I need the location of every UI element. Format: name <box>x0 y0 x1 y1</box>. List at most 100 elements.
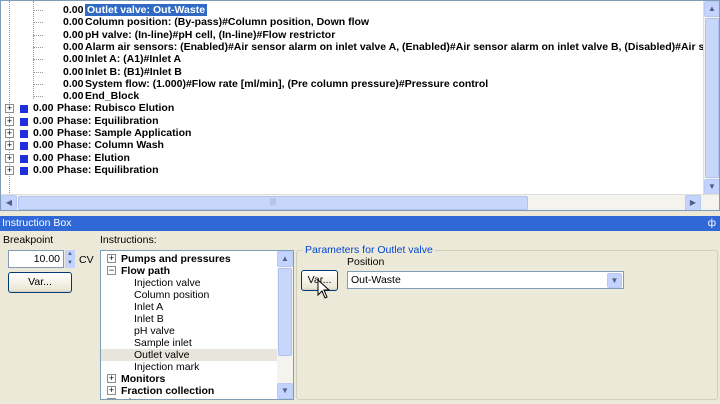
phase-square-icon <box>20 105 28 114</box>
tree-step-row[interactable]: 0.00 Column position: (By-pass)#Column po… <box>33 16 369 29</box>
tree-step-row[interactable]: 0.00 Alarm air sensors: (Enabled)#Air sen… <box>33 40 711 54</box>
tree-connector <box>33 96 43 98</box>
phase-square-icon <box>20 130 28 138</box>
phase-text: Phase: Column Wash <box>57 139 164 152</box>
instruction-label: Monitors <box>121 373 166 385</box>
expand-icon[interactable]: + <box>107 398 116 399</box>
tree-connector <box>33 22 43 24</box>
breakpoint-input[interactable]: 10.00 <box>8 250 64 268</box>
phase-time: 0.00 <box>33 139 54 152</box>
tree-step-row[interactable]: 0.00 System flow: (1.000)#Flow rate [ml/m… <box>33 77 489 91</box>
instruction-label: Al... <box>121 397 140 399</box>
tree-connector <box>33 34 43 36</box>
chevron-down-icon[interactable]: ▼ <box>607 273 622 288</box>
expand-icon[interactable]: + <box>5 104 14 114</box>
phase-text: Phase: Sample Application <box>57 127 192 139</box>
position-select[interactable]: Out-Waste ▼ <box>347 271 624 289</box>
instruction-label: Fraction collection <box>121 385 215 397</box>
phase-square-icon <box>20 166 28 175</box>
instruction-label: Injection valve <box>134 277 201 289</box>
tree-connector <box>33 46 43 48</box>
scroll-down-icon[interactable]: ▼ <box>704 179 719 195</box>
tree-step-row[interactable]: 0.00 End_Block <box>33 90 139 103</box>
breakpoint-unit: CV <box>79 254 94 266</box>
expand-icon[interactable]: + <box>107 386 116 395</box>
instruction-label: Column position <box>134 289 210 301</box>
step-time: 0.00 <box>63 65 84 78</box>
position-select-value: Out-Waste <box>351 274 401 286</box>
phase-text: Phase: Equilibration <box>57 114 159 127</box>
step-text: Inlet A: (A1)#Inlet A <box>85 53 182 66</box>
tree-horizontal-scrollbar[interactable]: ◀ ||| ▶ <box>1 194 719 210</box>
instructions-list[interactable]: + Pumps and pressures − Flow path Injection … <box>100 250 294 400</box>
breakpoint-var-button[interactable]: Var... <box>8 272 72 293</box>
instruction-label: Inlet B <box>134 313 164 325</box>
tree-step-row[interactable]: 0.00 pH valve: (In-line)#pH cell, (In-lin… <box>33 28 336 42</box>
expand-icon[interactable]: + <box>5 116 14 126</box>
phase-text: Phase: Rubisco Elution <box>57 102 175 115</box>
step-text: System flow: (1.000)#Flow rate [ml/min],… <box>85 77 489 90</box>
phase-time: 0.00 <box>33 151 54 164</box>
cursor-icon <box>317 279 331 299</box>
expand-icon[interactable]: + <box>107 254 116 263</box>
vertical-scroll-thumb[interactable] <box>278 268 292 356</box>
step-text: Alarm air sensors: (Enabled)#Air sensor … <box>85 40 711 53</box>
tree-step-row[interactable]: 0.00 Inlet A: (A1)#Inlet A <box>33 53 182 66</box>
parameters-group: Parameters for Outlet valve Position Var… <box>296 244 718 400</box>
tree-connector <box>33 10 43 11</box>
instruction-box-title-bar: Instruction Box ф <box>0 216 720 231</box>
instruction-box-title: Instruction Box <box>2 217 72 229</box>
collapse-icon[interactable]: − <box>107 266 116 275</box>
step-time: 0.00 <box>63 77 84 90</box>
vertical-scroll-thumb[interactable] <box>705 18 719 178</box>
spin-up-icon[interactable]: ▲ <box>65 250 75 259</box>
horizontal-scroll-thumb[interactable]: ||| <box>18 196 528 210</box>
phase-time: 0.00 <box>33 102 54 115</box>
expand-icon[interactable]: + <box>107 374 116 383</box>
scroll-down-icon[interactable]: ▼ <box>277 383 293 399</box>
instruction-label: Inlet A <box>134 301 164 313</box>
expand-icon[interactable]: + <box>5 153 14 163</box>
parameters-legend: Parameters for Outlet valve <box>303 244 435 256</box>
step-time: 0.00 <box>63 16 84 29</box>
expand-icon[interactable]: + <box>5 141 14 151</box>
phase-square-icon <box>20 117 28 126</box>
tree-vertical-scrollbar[interactable]: ▲ ▼ <box>703 1 719 196</box>
step-time: 0.00 <box>63 28 84 41</box>
pin-icon[interactable]: ф <box>708 216 716 231</box>
instruction-label: Pumps and pressures <box>121 253 231 265</box>
phase-time: 0.00 <box>33 127 54 139</box>
phase-time: 0.00 <box>33 114 54 127</box>
instruction-item[interactable]: Outlet valve <box>101 349 279 361</box>
instruction-label: Sample inlet <box>134 337 192 349</box>
step-time: 0.00 <box>63 4 84 16</box>
method-tree[interactable]: 0.00 Outlet valve: Out-Waste 0.00 Column po… <box>0 0 720 211</box>
phase-square-icon <box>20 154 28 163</box>
tree-step-row[interactable]: 0.00 Outlet valve: Out-Waste <box>33 4 208 17</box>
step-time: 0.00 <box>63 40 84 53</box>
phase-text: Phase: Elution <box>57 151 130 164</box>
step-time: 0.00 <box>63 53 84 66</box>
tree-step-row[interactable]: 0.00 Inlet B: (B1)#Inlet B <box>33 65 182 79</box>
scroll-up-icon[interactable]: ▲ <box>277 251 293 267</box>
step-text: pH valve: (In-line)#pH cell, (In-line)#F… <box>85 28 336 41</box>
tree-connector <box>33 83 43 85</box>
instruction-label: Outlet valve <box>134 349 190 361</box>
phase-text: Phase: Equilibration <box>57 163 159 176</box>
step-text: Inlet B: (B1)#Inlet B <box>85 65 182 78</box>
tree-connector <box>33 71 43 73</box>
scroll-right-icon[interactable]: ▶ <box>685 195 701 210</box>
expand-icon[interactable]: + <box>5 129 14 138</box>
step-time: 0.00 <box>63 90 84 103</box>
instruction-label: Injection mark <box>134 361 200 373</box>
scroll-left-icon[interactable]: ◀ <box>1 195 17 210</box>
expand-icon[interactable]: + <box>5 165 14 175</box>
breakpoint-spinner[interactable]: ▲ ▼ <box>65 250 75 268</box>
breakpoint-label: Breakpoint <box>3 234 54 246</box>
phase-time: 0.00 <box>33 163 54 176</box>
position-label: Position <box>347 256 385 268</box>
scroll-up-icon[interactable]: ▲ <box>704 1 719 17</box>
instructions-scrollbar[interactable]: ▲ ▼ <box>277 251 293 399</box>
instruction-label: Flow path <box>121 265 170 277</box>
spin-down-icon[interactable]: ▼ <box>65 259 75 268</box>
